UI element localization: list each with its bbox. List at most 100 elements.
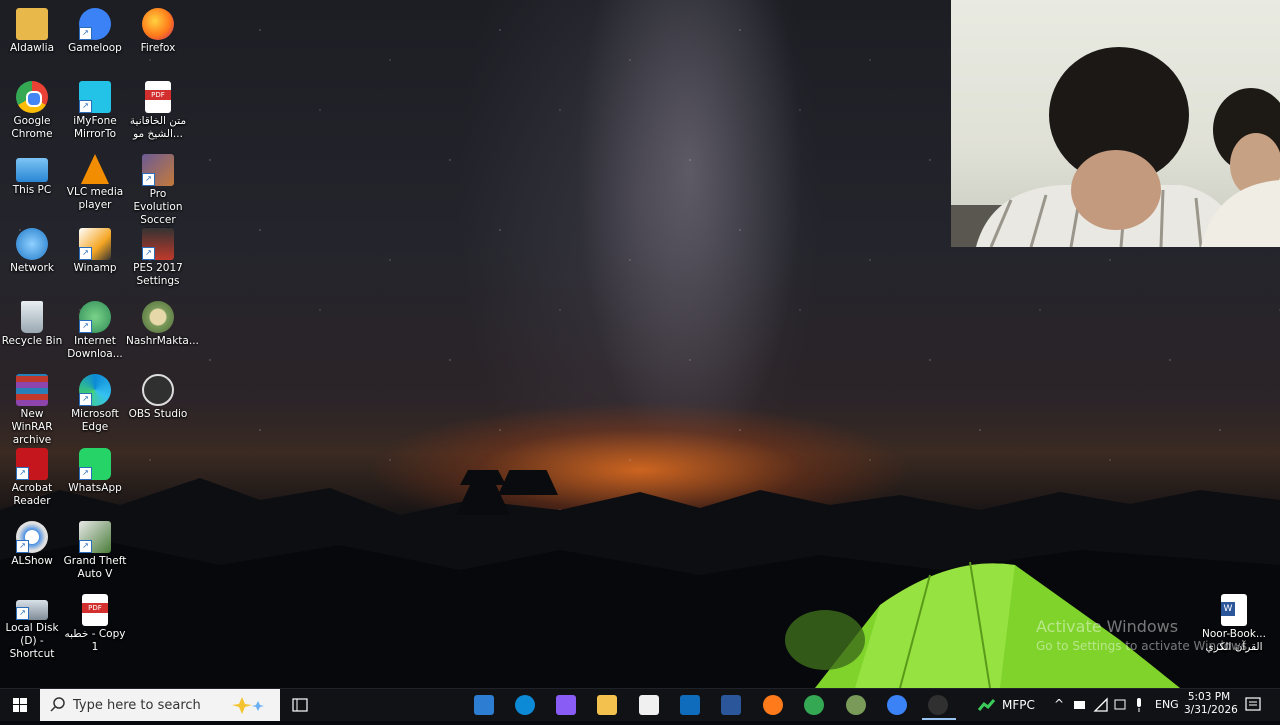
desktop-icon-label: Acrobat Reader [11,482,53,507]
desktop-icon-vlc[interactable]: VLC media player [63,150,127,212]
desktop-icon-local-disk[interactable]: ↗ Local Disk (D) - Shortcut [0,590,64,661]
firefox-icon[interactable] [763,695,783,715]
pdf-icon: PDF [82,594,108,626]
desktop-icon-label: This PC [12,184,52,196]
chrome-icon[interactable] [804,695,824,715]
desktop-icon-aldawlia[interactable]: Aldawlia [0,4,64,55]
chrome-icon [16,81,48,113]
desktop-icon-whatsapp[interactable]: ↗ WhatsApp [63,444,127,495]
watermark-title: Activate Windows [1036,617,1179,636]
desktop-icon-label: PES 2017 Settings [133,262,183,287]
desktop-icon-nashrmakta[interactable]: NashrMakta... [126,297,199,348]
desktop-icon-label: iMyFone MirrorTo [73,115,117,140]
battery-icon[interactable] [1073,689,1087,721]
pdf-icon: PDF [145,81,171,113]
desktop-icon-this-pc[interactable]: This PC [0,150,64,197]
alshow-icon: ↗ [16,521,48,553]
taskbar-search-box[interactable]: Type here to search [40,689,280,721]
wifi-icon[interactable] [1093,689,1109,721]
copilot-icon[interactable] [556,695,576,715]
desktop-icon-label: VLC media player [66,186,124,211]
desktop-icon-label: Network [10,262,54,274]
obs-icon [142,374,174,406]
windows-logo-icon [13,698,27,712]
gta-icon: ↗ [79,521,111,553]
gameloop-icon[interactable] [887,695,907,715]
mirrorto-icon: ↗ [79,81,111,113]
desktop-icon-chrome[interactable]: Google Chrome [0,77,64,141]
file-explorer-icon[interactable] [597,695,617,715]
desktop-icon-label: New WinRAR archive [11,408,53,446]
taskbar: Type here to search MFPC ^ ENG 5:03 PM 3… [0,688,1280,721]
desktop-icon-winrar[interactable]: New WinRAR archive [0,370,64,447]
gameloop-icon: ↗ [79,8,111,40]
desktop-icon-network[interactable]: Network [0,224,64,275]
winamp-icon: ↗ [79,228,111,260]
desktop-icon-gameloop[interactable]: ↗ Gameloop [63,4,127,55]
microphone-icon[interactable] [1133,689,1145,721]
seal-app-icon[interactable] [846,695,866,715]
search-placeholder: Type here to search [73,698,201,713]
desktop-icon-obs[interactable]: OBS Studio [126,370,190,421]
desktop-icon-label: Aldawlia [9,42,55,54]
outlook-icon[interactable] [680,695,700,715]
desktop-icon-idm[interactable]: ↗ Internet Downloa... [63,297,127,361]
task-view-button[interactable] [288,689,312,721]
desktop-wallpaper: Aldawlia ↗ Gameloop Firefox Google Chrom… [0,0,1280,688]
desktop-icon-label: ALShow [11,555,53,567]
start-button[interactable] [0,689,40,721]
acrobat-icon: ↗ [16,448,48,480]
computer-icon [16,158,48,182]
seal-icon [142,301,174,333]
clock[interactable]: 5:03 PM 3/31/2026 [1184,689,1238,721]
display-icon[interactable] [1113,689,1127,721]
watermark-subtitle: Go to Settings to activate Windows. [1036,639,1251,653]
drive-icon: ↗ [16,600,48,620]
notification-icon [1245,697,1261,711]
recycle-bin-icon [21,301,43,333]
microsoft-store-icon[interactable] [639,695,659,715]
desktop-icon-label: خطبه - Copy 1 [64,628,126,653]
desktop-icon-winamp[interactable]: ↗ Winamp [63,224,127,275]
desktop-icon-label: Local Disk (D) - Shortcut [5,622,59,660]
desktop-icon-label: WhatsApp [68,482,122,494]
tray-app-label: MFPC [1002,698,1035,712]
obs-icon[interactable] [928,695,948,715]
desktop-icon-alshow[interactable]: ↗ ALShow [0,517,64,568]
desktop-icon-pes-settings[interactable]: ↗ PES 2017 Settings [126,224,190,288]
show-hidden-icons-chevron-up-icon[interactable]: ^ [1054,697,1064,711]
activate-windows-watermark: Activate Windows Go to Settings to activ… [1036,617,1251,653]
desktop-icon-label: Recycle Bin [1,335,63,347]
clock-time: 5:03 PM [1187,691,1231,703]
desktop-icon-edge[interactable]: ↗ Microsoft Edge [63,370,127,434]
pes-icon: ↗ [142,154,174,186]
whatsapp-icon: ↗ [79,448,111,480]
app-blue-icon[interactable] [474,695,494,715]
desktop-icon-pdf-2[interactable]: PDF خطبه - Copy 1 [63,590,127,654]
desktop-icon-firefox[interactable]: Firefox [126,4,190,55]
idm-icon: ↗ [79,301,111,333]
task-view-icon [292,698,308,712]
desktop-icon-gta[interactable]: ↗ Grand Theft Auto V [63,517,127,581]
vlc-icon [81,154,109,184]
edge-icon[interactable] [515,695,535,715]
network-icon [16,228,48,260]
desktop-icon-mirrorto[interactable]: ↗ iMyFone MirrorTo [63,77,127,141]
desktop-icon-label: متن الخاقانية الشيخ مو... [129,115,187,140]
desktop-icon-label: NashrMakta... [126,335,199,347]
desktop-icon-pdf-1[interactable]: PDF متن الخاقانية الشيخ مو... [126,77,190,141]
desktop-icon-label: Winamp [73,262,117,274]
pes-settings-icon: ↗ [142,228,174,260]
tray-app-mfpc[interactable]: MFPC [976,689,1040,721]
word-icon[interactable] [721,695,741,715]
desktop-icon-label: Grand Theft Auto V [63,555,127,580]
desktop-icon-recycle-bin[interactable]: Recycle Bin [0,297,64,348]
desktop-icon-label: Google Chrome [11,115,53,140]
winrar-icon [16,374,48,406]
desktop-icon-label: Firefox [140,42,176,54]
desktop-icon-acrobat[interactable]: ↗ Acrobat Reader [0,444,64,508]
firefox-icon [142,8,174,40]
language-indicator[interactable]: ENG [1155,698,1179,711]
search-icon [50,697,65,712]
notification-center-button[interactable] [1243,689,1265,721]
